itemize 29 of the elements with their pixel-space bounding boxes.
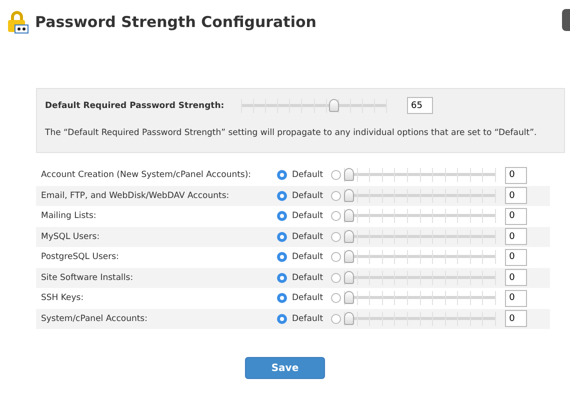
strength-input[interactable]: 0 — [505, 208, 528, 225]
strength-input[interactable]: 0 — [505, 187, 528, 204]
radio-label: Default — [292, 252, 324, 262]
option-label: Email, FTP, and WebDisk/WebDAV Accounts: — [41, 190, 230, 201]
option-label: PostgreSQL Users: — [41, 252, 120, 262]
save-button[interactable]: Save — [245, 357, 325, 379]
option-label: SSH Keys: — [41, 293, 85, 304]
field-label: Default Required Password Strength: — [45, 100, 226, 110]
option-label: Account Creation (New System/cPanel Accounts): — [41, 170, 252, 180]
option-label: MySQL Users: — [41, 232, 101, 242]
option-label: System/cPanel Accounts: — [41, 314, 148, 324]
description-text: The “Default Required Password Strength” setting will propagate to any individual options that are set to “Default”. — [45, 127, 538, 140]
radio-label: Default — [292, 293, 324, 304]
option-label: Mailing Lists: — [41, 211, 98, 222]
strength-input[interactable]: 0 — [505, 166, 528, 184]
radio-label: Default — [292, 232, 324, 242]
radio-label: Default — [292, 170, 324, 180]
strength-input[interactable]: 0 — [505, 269, 528, 286]
radio-label: Default — [292, 190, 324, 201]
option-label: Site Software Installs: — [41, 272, 134, 283]
page-title: Password Strength Configuration — [35, 13, 316, 31]
strength-input[interactable]: 0 — [505, 290, 528, 307]
strength-input[interactable]: 0 — [505, 310, 528, 328]
strength-input[interactable]: 0 — [505, 248, 528, 266]
radio-label: Default — [292, 314, 324, 324]
strength-input[interactable]: 0 — [505, 228, 528, 246]
radio-label: Default — [292, 211, 324, 222]
strength-input[interactable]: 65 — [407, 97, 433, 114]
radio-label: Default — [292, 272, 324, 283]
